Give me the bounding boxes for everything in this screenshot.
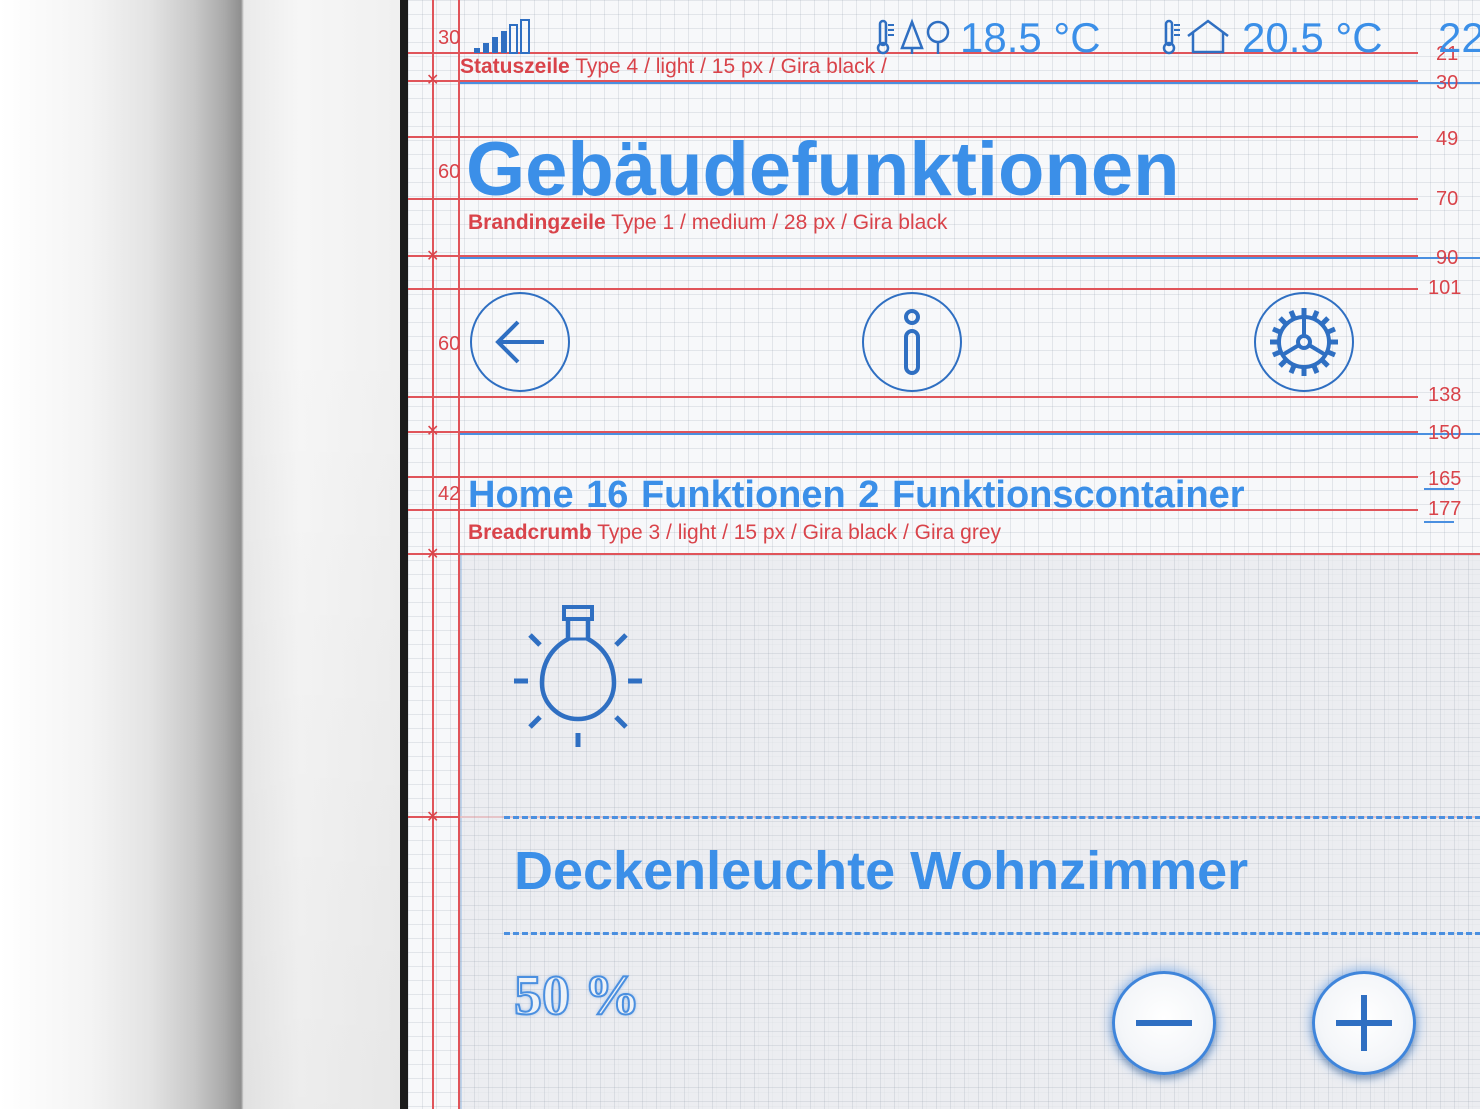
- page-title: Gebäudefunktionen: [466, 127, 1180, 212]
- nav-bar-height-label: 60: [438, 333, 461, 355]
- tile-divider-top: [504, 816, 1480, 819]
- increase-button[interactable]: [1312, 971, 1416, 1075]
- minus-icon: [1136, 1020, 1192, 1026]
- tick-mark: ✕: [426, 421, 440, 440]
- guide-line-150-blue: [460, 433, 1480, 435]
- breadcrumb-height-label: 42: [438, 483, 461, 505]
- info-icon: [904, 309, 920, 375]
- thermometer-indoor-icon: [1162, 19, 1229, 55]
- guide-line-30-blue: [460, 82, 1480, 84]
- status-bar-spec-title: Statuszeile: [460, 55, 570, 78]
- outdoor-temperature: 18.5 °C: [960, 14, 1101, 61]
- plus-icon: [1336, 995, 1392, 1051]
- device-bezel: [400, 0, 408, 1109]
- tile-divider-bottom: [504, 932, 1480, 935]
- gear-icon: [1270, 308, 1338, 376]
- ruler-number: 101: [1428, 277, 1462, 299]
- tick-mark: ✕: [426, 807, 440, 826]
- signal-strength-icon: [474, 19, 530, 54]
- breadcrumb-spec-detail: Type 3 / light / 15 px / Gira black / Gi…: [597, 521, 1002, 544]
- tick-mark: ✕: [426, 70, 440, 89]
- ruler-number: 165: [1428, 468, 1462, 490]
- status-bar-height-label: 30: [438, 27, 461, 49]
- guide-line-138: [408, 396, 1418, 398]
- ruler-number: 49: [1436, 128, 1459, 150]
- info-button[interactable]: [862, 292, 962, 392]
- ruler-number: 30: [1436, 72, 1459, 94]
- back-button[interactable]: [470, 292, 570, 392]
- settings-button[interactable]: [1254, 292, 1354, 392]
- branding-spec-title: Brandingzeile: [468, 211, 606, 234]
- guide-line-90-blue: [460, 257, 1480, 259]
- wall-shade: [244, 330, 400, 1109]
- thermometer-outdoor-icon: [876, 18, 950, 55]
- function-container[interactable]: Deckenleuchte Wohnzimmer 50 %: [460, 555, 1480, 1109]
- lightbulb-icon: [514, 605, 642, 747]
- ruler-number: 177: [1428, 498, 1462, 520]
- ruler-number: 70: [1436, 188, 1459, 210]
- ruler-mark: [1424, 521, 1454, 523]
- ruler-number: 150: [1428, 422, 1462, 444]
- branding-spec: Brandingzeile Type 1 / medium / 28 px / …: [468, 211, 947, 235]
- wall-background: [0, 0, 400, 1109]
- function-name: Deckenleuchte Wohnzimmer: [514, 841, 1249, 901]
- status-value-cut: 22: [1438, 14, 1480, 61]
- breadcrumb-item-home[interactable]: Home: [468, 474, 574, 516]
- tick-mark: ✕: [426, 544, 440, 563]
- decrease-button[interactable]: [1112, 971, 1216, 1075]
- status-bar-spec: Statuszeile Type 4 / light / 15 px / Gir…: [460, 55, 887, 79]
- tick-mark: ✕: [426, 246, 440, 265]
- ruler-number: 90: [1436, 247, 1459, 269]
- breadcrumb-item-containers[interactable]: 2 Funktionscontainer: [858, 474, 1244, 516]
- branding-height-label: 60: [438, 161, 461, 183]
- branding-spec-detail: Type 1 / medium / 28 px / Gira black: [611, 211, 948, 234]
- device-screen: ✕ ✕ ✕ ✕ ✕ 21 30 49 70 90 101 138 150 165…: [408, 0, 1480, 1109]
- ruler-mark: [1424, 488, 1454, 490]
- breadcrumb-spec: Breadcrumb Type 3 / light / 15 px / Gira…: [468, 521, 1001, 545]
- guide-line-101: [408, 288, 1418, 290]
- breadcrumb-item-functions[interactable]: 16 Funktionen: [586, 474, 846, 516]
- arrow-left-icon: [495, 320, 544, 364]
- ruler-number: 138: [1428, 384, 1462, 406]
- breadcrumb: Home 16 Funktionen 2 Funktionscontainer: [468, 472, 1245, 518]
- indoor-temperature: 20.5 °C: [1242, 14, 1383, 61]
- dimmer-value: 50 %: [513, 964, 641, 1028]
- breadcrumb-spec-title: Breadcrumb: [468, 521, 592, 544]
- status-bar-spec-detail: Type 4 / light / 15 px / Gira black /: [575, 55, 887, 78]
